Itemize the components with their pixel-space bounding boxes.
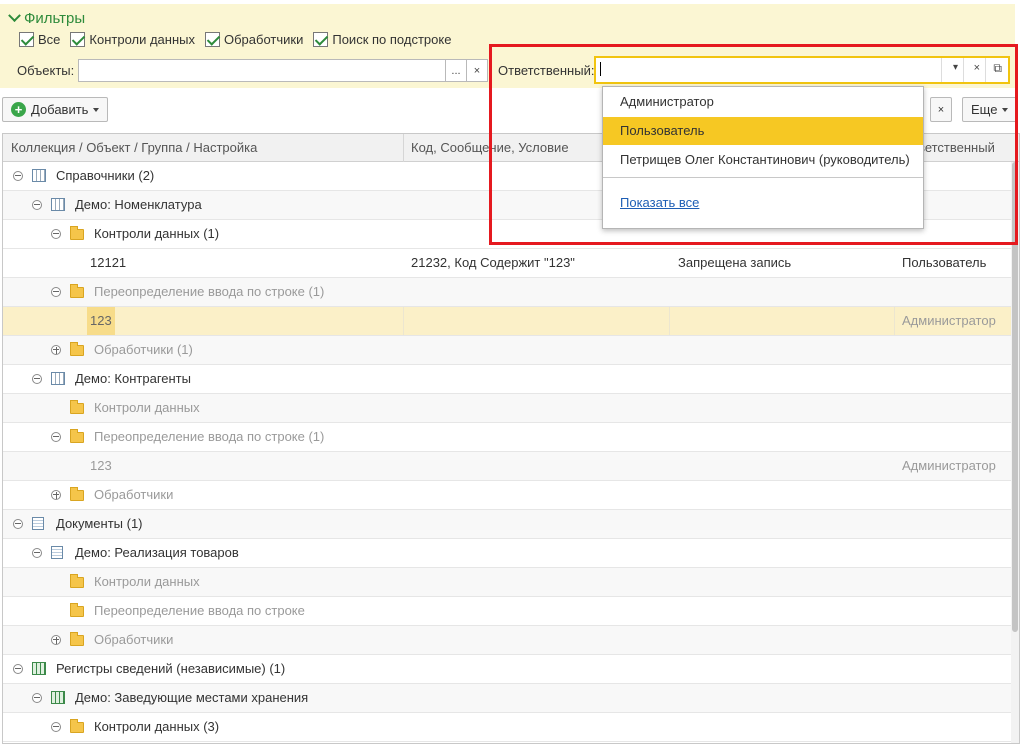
- table-row[interactable]: Контроли данных: [3, 568, 1019, 597]
- folder-icon: [70, 603, 84, 617]
- collapse-icon[interactable]: [32, 548, 42, 558]
- checkbox-checked-icon: [205, 32, 220, 47]
- search-clear-button[interactable]: ×: [930, 97, 952, 122]
- collapse-icon[interactable]: [51, 229, 61, 239]
- responsible-label: Ответственный:: [498, 63, 595, 78]
- caret-down-icon: [93, 107, 100, 112]
- checkbox-all[interactable]: Все: [19, 32, 60, 47]
- more-button[interactable]: Еще: [962, 97, 1018, 122]
- folder-icon: [70, 719, 84, 733]
- filters-panel: Фильтры Все Контроли данных Обработчики …: [0, 4, 1015, 88]
- folder-icon: [70, 429, 84, 443]
- folder-icon: [70, 574, 84, 588]
- catalog-icon: [32, 169, 46, 182]
- table-row[interactable]: Обработчики: [3, 626, 1019, 655]
- table-row[interactable]: Демо: Реализация товаров: [3, 539, 1019, 568]
- table-row[interactable]: Переопределение ввода по строке (1): [3, 278, 1019, 307]
- filters-title: Фильтры: [24, 10, 86, 27]
- collapse-icon[interactable]: [13, 664, 23, 674]
- table-row-selected[interactable]: 123 Администратор: [3, 307, 1019, 336]
- table-row[interactable]: Контроли данных (3): [3, 713, 1019, 742]
- table-row[interactable]: Переопределение ввода по строке: [3, 597, 1019, 626]
- objects-label: Объекты:: [17, 63, 75, 78]
- expand-icon[interactable]: [51, 635, 61, 645]
- more-label: Еще: [971, 102, 998, 117]
- column-header-code[interactable]: Код, Сообщение, Условие: [411, 140, 569, 155]
- column-header-collection[interactable]: Коллекция / Объект / Группа / Настройка: [11, 140, 257, 155]
- collapse-icon[interactable]: [51, 722, 61, 732]
- table-row[interactable]: Переопределение ввода по строке (1): [3, 423, 1019, 452]
- responsible-dropdown: Администратор Пользователь Петрищев Олег…: [602, 86, 924, 229]
- checkbox-substring-search[interactable]: Поиск по подстроке: [313, 32, 451, 47]
- show-all-link[interactable]: Показать все: [620, 195, 699, 210]
- scrollbar-thumb[interactable]: [1012, 162, 1018, 632]
- dropdown-item-manager[interactable]: Петрищев Олег Константинович (руководите…: [603, 146, 923, 174]
- objects-select-button[interactable]: ...: [445, 59, 467, 82]
- open-icon[interactable]: ⧉: [993, 61, 1002, 76]
- responsible-clear-button[interactable]: ×: [974, 62, 980, 74]
- filters-toggle[interactable]: Фильтры: [8, 9, 86, 27]
- table-row[interactable]: Демо: Контрагенты: [3, 365, 1019, 394]
- expand-icon[interactable]: [51, 345, 61, 355]
- dropdown-item-user[interactable]: Пользователь: [603, 117, 923, 145]
- folder-icon: [70, 400, 84, 414]
- chevron-down-icon: [8, 9, 21, 23]
- objects-input[interactable]: [78, 59, 446, 82]
- add-icon: +: [11, 102, 26, 117]
- collapse-icon[interactable]: [32, 200, 42, 210]
- add-button[interactable]: + Добавить: [2, 97, 109, 122]
- document-icon: [32, 517, 44, 530]
- table-row[interactable]: Регистры сведений (независимые) (1): [3, 655, 1019, 684]
- caret-down-icon: [1002, 107, 1009, 112]
- text-cursor: [600, 62, 601, 76]
- folder-icon: [70, 632, 84, 646]
- collapse-icon[interactable]: [32, 693, 42, 703]
- dropdown-item-admin[interactable]: Администратор: [603, 88, 923, 116]
- checkbox-checked-icon: [70, 32, 86, 47]
- collapse-icon[interactable]: [51, 432, 61, 442]
- checkbox-checked-icon: [313, 32, 329, 47]
- checkbox-data-controls[interactable]: Контроли данных: [70, 32, 195, 47]
- table-row[interactable]: Контроли данных: [3, 394, 1019, 423]
- add-label: Добавить: [31, 102, 89, 117]
- document-icon: [51, 546, 63, 559]
- objects-clear-button[interactable]: ×: [466, 59, 488, 82]
- table-row[interactable]: 123 Администратор: [3, 452, 1019, 481]
- expand-icon[interactable]: [51, 490, 61, 500]
- folder-icon: [70, 487, 84, 501]
- catalog-icon: [51, 198, 65, 211]
- dropdown-arrow-button[interactable]: ▾: [953, 62, 958, 73]
- table-row[interactable]: Демо: Заведующие местами хранения: [3, 684, 1019, 713]
- folder-icon: [70, 226, 84, 240]
- catalog-icon: [51, 372, 65, 385]
- collapse-icon[interactable]: [32, 374, 42, 384]
- collapse-icon[interactable]: [13, 171, 23, 181]
- register-icon: [32, 662, 46, 675]
- collapse-icon[interactable]: [13, 519, 23, 529]
- table-row[interactable]: Обработчики (1): [3, 336, 1019, 365]
- vertical-scrollbar[interactable]: [1011, 162, 1019, 743]
- collapse-icon[interactable]: [51, 287, 61, 297]
- close-icon: ×: [937, 103, 945, 116]
- checkbox-checked-icon: [19, 32, 34, 47]
- folder-icon: [70, 342, 84, 356]
- table-row[interactable]: Документы (1): [3, 510, 1019, 539]
- dropdown-divider: [603, 177, 923, 178]
- folder-icon: [70, 284, 84, 298]
- table-row[interactable]: 12121 21232, Код Содержит "123" Запрещен…: [3, 249, 1019, 278]
- checkbox-handlers[interactable]: Обработчики: [205, 32, 303, 47]
- table-row[interactable]: Обработчики: [3, 481, 1019, 510]
- responsible-input[interactable]: ▾ × ⧉: [594, 56, 1010, 84]
- register-icon: [51, 691, 65, 704]
